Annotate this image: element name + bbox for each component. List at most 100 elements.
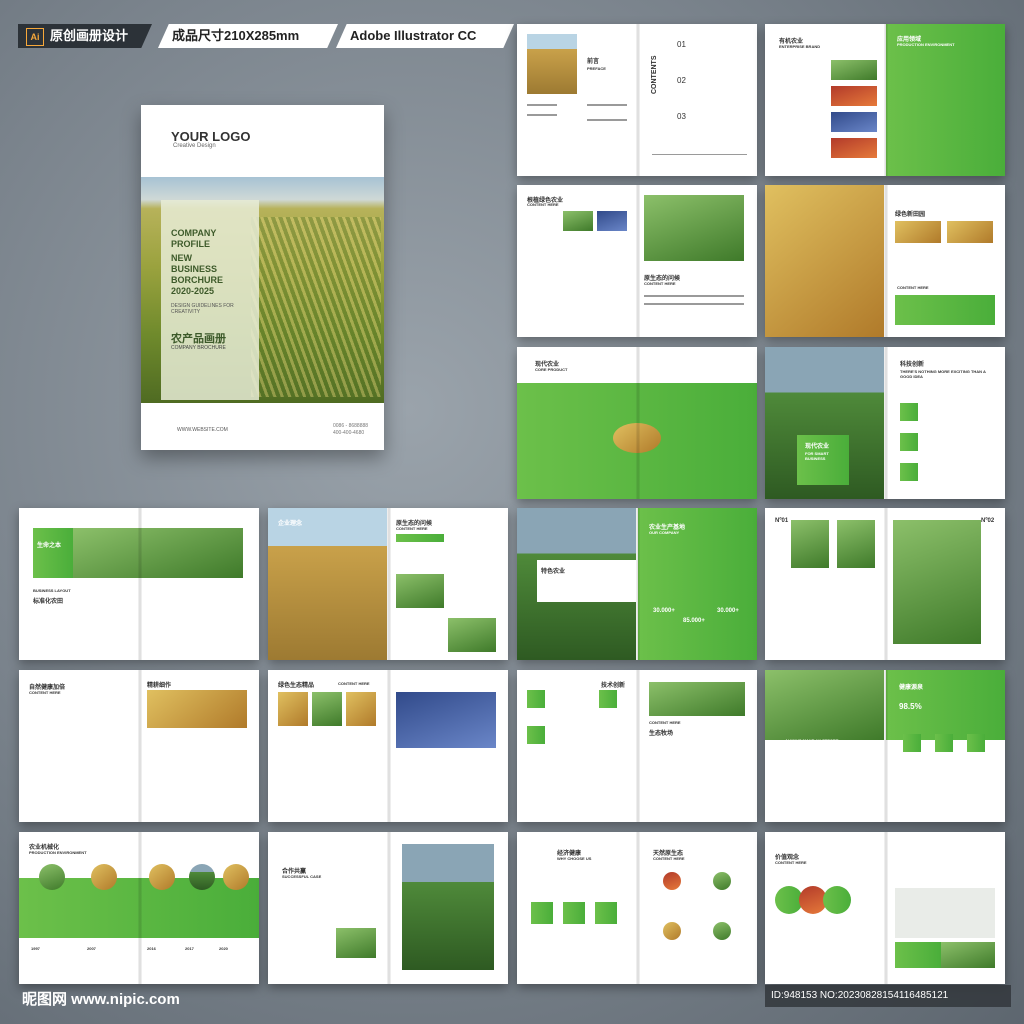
year-label: 2007 [87,946,96,951]
overlay-heading: 现代农业 [805,444,830,450]
page-fold [884,832,888,984]
round-photo [713,872,731,890]
cover-company-profile: COMPANY PROFILE [171,228,261,250]
title-tag-label: 原创画册设计 [50,28,129,43]
spread-subheading: CORE PRODUCT [535,367,568,372]
year-label: 2020 [219,946,228,951]
spread-mechanization: 农业机械化 PRODUCTION ENVIRONMENT 1997 2007 2… [19,832,259,984]
cover-logo-sub: Creative Design [173,143,216,149]
round-photo [189,864,215,890]
spread-subheading: PREFACE [587,66,606,71]
page-fold [387,508,391,660]
spread-photo [765,670,884,740]
spread-subheading-2: CONTENT HERE [653,856,685,861]
icon-tile [900,463,918,481]
spread-heading: 技术创新 [601,683,626,689]
wheat-texture [251,217,381,397]
spread-natural-health: 自然健康加倍 CONTENT HERE 精耕细作 [19,670,259,822]
overlay-sub: FOR SMART BUSINESS [805,451,829,461]
spread-photo [644,195,744,261]
spread-subheading: PRODUCTION ENVIRONMENT [29,850,87,855]
page-number: Nº02 [981,518,995,524]
round-photo [91,864,117,890]
page-fold [884,508,888,660]
cover-tel2: 400-400-4680 [333,430,365,436]
page-fold [636,832,640,984]
spread-subheading: THERE'S NOTHING MORE EXCITING THAN A GOO… [900,369,986,379]
spread-photo [831,60,877,80]
spread-heading: 前言 [587,59,600,65]
spread-green-quality: 绿色生态精品 CONTENT HERE [268,670,508,822]
cover-tel1: 0086 - 8688888 [333,423,369,429]
spread-organic: 有机农业 ENTERPRISE BRAND 应用领域 PRODUCTION EN… [765,24,1005,176]
spread-banner-text: ALWAYS MAKE AN EFFORT [785,738,839,743]
icon-tile [527,690,545,708]
contents-03: 03 [677,112,686,121]
cover-line3: NEW [171,253,192,263]
page-fold [636,508,640,660]
spread-subheading: WHY CHOOSE US [557,856,592,861]
text-line [587,119,627,121]
icon-tile [595,902,617,924]
spread-photo [396,574,444,608]
icon-tile [935,734,953,752]
green-circle [823,886,851,914]
year-label: 2017 [185,946,194,951]
icon-tile [900,403,918,421]
spread-tech-ranch: 技术创新 CONTENT HERE 生态牧场 [517,670,757,822]
spread-heading-2: 标准化农田 [33,599,64,605]
page-fold [636,185,640,337]
round-photo [39,864,65,890]
spread-photo [831,86,877,106]
spread-photo [791,520,829,568]
stat-2: 85.000+ [683,618,705,624]
icon-tile [531,902,553,924]
spread-heading: 健康源泉 [899,685,924,691]
page-fold [636,24,640,176]
brochure-cover: YOUR LOGO Creative Design COMPANY PROFILE… [141,105,384,450]
page-fold [138,832,142,984]
spread-photo [448,618,496,652]
cover-small-text: DESIGN GUIDELINES FOR CREATIVITY [171,303,234,315]
round-photo [663,922,681,940]
page-fold [636,347,640,499]
spread-subheading: CONTENT HERE [897,285,929,290]
spread-harvest: 绿色新田园 CONTENT HERE [765,185,1005,337]
spread-subheading: CONTENT HERE [649,720,681,725]
spread-subheading: CONTENT HERE [396,526,428,531]
icon-tile [527,726,545,744]
spread-photo [396,692,496,748]
spread-photo [831,112,877,132]
spread-photo [947,221,993,243]
round-photo [149,864,175,890]
stat-1: 30.000+ [653,608,675,614]
page-fold [884,24,888,176]
spread-photo [346,692,376,726]
contents-02: 02 [677,76,686,85]
spread-modern-agri: 现代农业 CORE PRODUCT [517,347,757,499]
text-line [652,154,747,155]
spread-numbered: Nº01 Nº02 [765,508,1005,660]
spread-heading: 生命之本 [37,543,62,549]
spread-enterprise-idea: 企业理念 原生态的问候 CONTENT HERE [268,508,508,660]
spread-photo [837,520,875,568]
spread-economic-health: 经济健康 WHY CHOOSE US 天然原生态 CONTENT HERE [517,832,757,984]
watermark: 昵图网 www.nipic.com [22,991,180,1008]
spread-photo [73,528,243,578]
icon-tile [599,690,617,708]
page-fold [884,185,888,337]
spread-photo [563,211,593,231]
spread-subheading: CONTENT HERE [775,860,807,865]
round-photo [713,922,731,940]
stat-percent: 98.5% [899,702,922,711]
spread-photo [268,508,387,660]
cover-line6: 2020-2025 [171,286,215,296]
spread-special-agri: 特色农业 农业生产基地 OUR COMPANY 30.000+ 85.000+ … [517,508,757,660]
page-fold [884,670,888,822]
spread-photo [336,928,376,958]
spread-subheading: ENTERPRISE BRAND [779,44,821,49]
spread-preface: 前言 PREFACE CONTENTS 01 02 03 [517,24,757,176]
spread-subheading: OUR COMPANY [649,530,680,535]
table-area [895,888,995,938]
text-line [527,104,557,106]
